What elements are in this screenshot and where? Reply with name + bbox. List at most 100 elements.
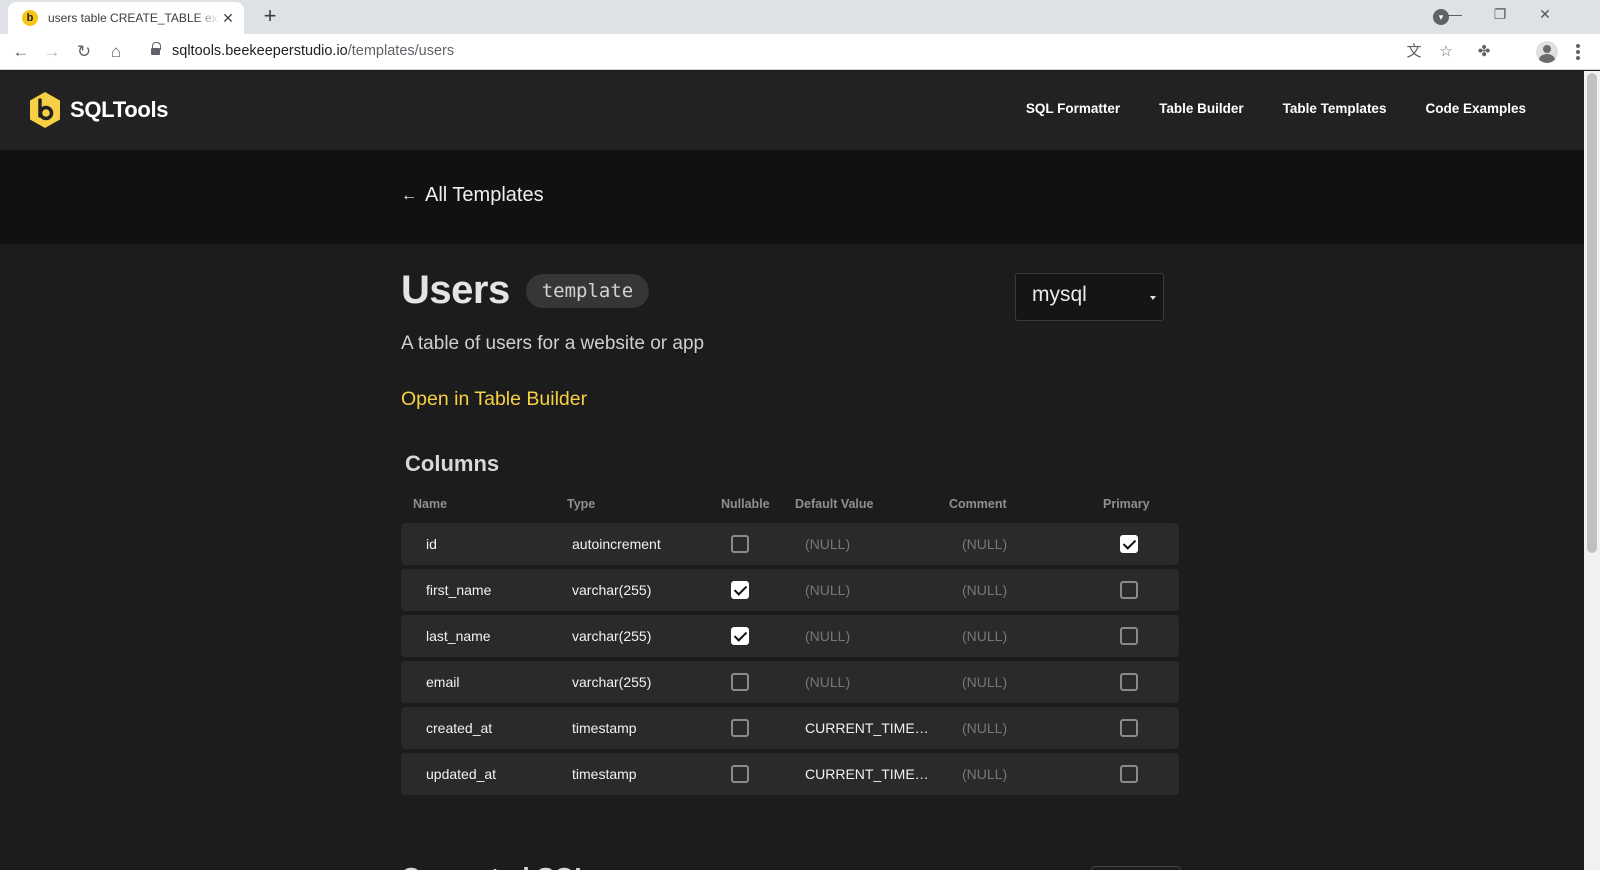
page-scrollbar[interactable] [1584,71,1600,870]
arrow-left-icon: ← [401,186,417,204]
nullable-checkbox[interactable] [731,765,749,783]
bookmark-star-icon[interactable]: ☆ [1434,40,1458,64]
page: SQLTools SQL Formatter Table Builder Tab… [0,71,1584,870]
column-default-value: (NULL) [805,628,851,644]
lock-icon[interactable] [151,42,161,57]
header-primary: Primary [1103,497,1150,511]
dialect-value: mysql [1032,283,1087,306]
nullable-checkbox[interactable] [731,719,749,737]
column-type: varchar(255) [572,674,652,690]
columns-table: Name Type Nullable Default Value Comment… [401,491,1179,799]
columns-heading: Columns [405,451,500,476]
minimize-icon[interactable]: — [1445,6,1465,22]
beekeeper-logo-icon [30,92,60,128]
caret-down-icon [1150,296,1156,300]
back-arrow-icon[interactable]: ← [9,40,33,64]
column-name: email [426,674,460,690]
nullable-checkbox[interactable] [731,627,749,645]
nav-link-table-builder[interactable]: Table Builder [1159,101,1244,116]
table-body: id autoincrement (NULL) (NULL) first_name var… [401,523,1179,795]
column-type: varchar(255) [572,628,652,644]
table-row: email varchar(255) (NULL) (NULL) [401,661,1179,703]
template-heading: Users template [401,268,650,313]
column-comment: (NULL) [962,766,1008,782]
generated-sql-heading: Generated SQL [401,862,590,870]
open-in-table-builder-link[interactable]: Open in Table Builder [401,388,587,411]
column-type: varchar(255) [572,582,652,598]
browser-toolbar: ← → ↻ ⌂ sqltools.beekeeperstudio.io/temp… [0,34,1600,70]
primary-checkbox[interactable] [1120,673,1138,691]
tab-close-icon[interactable]: ✕ [220,10,236,27]
column-default-value: (NULL) [805,674,851,690]
nullable-checkbox[interactable] [731,535,749,553]
column-type: autoincrement [572,536,661,552]
primary-checkbox[interactable] [1120,535,1138,553]
column-name: updated_at [426,766,497,782]
primary-checkbox[interactable] [1120,581,1138,599]
restore-icon[interactable]: ❐ [1490,6,1510,23]
table-row: first_name varchar(255) (NULL) (NULL) [401,569,1179,611]
all-templates-link[interactable]: ← All Templates [401,184,544,207]
site-header: SQLTools SQL Formatter Table Builder Tab… [0,71,1584,150]
copy-button[interactable] [1091,866,1181,870]
column-default-value: CURRENT_TIMESTAMP [805,720,935,736]
page-title: Users [401,268,510,312]
reload-icon[interactable]: ↻ [72,40,96,64]
primary-checkbox[interactable] [1120,765,1138,783]
scrollbar-thumb[interactable] [1587,73,1597,553]
column-default-value: CURRENT_TIMESTAMP [805,766,935,782]
header-nullable: Nullable [721,497,770,511]
browser-tabstrip: b users table CREATE_TABLE example ✕ + ▾… [0,0,1600,34]
header-type: Type [567,497,596,511]
column-default-value: (NULL) [805,536,851,552]
window-close-icon[interactable]: ✕ [1535,6,1555,23]
column-name: first_name [426,582,492,598]
url-host: sqltools.beekeeperstudio.io [172,43,348,59]
header-comment: Comment [949,497,1007,511]
tab-title: users table CREATE_TABLE example [48,11,220,25]
home-icon[interactable]: ⌂ [104,40,128,64]
primary-checkbox[interactable] [1120,719,1138,737]
table-row: id autoincrement (NULL) (NULL) [401,523,1179,565]
nav-link-code-examples[interactable]: Code Examples [1425,101,1526,116]
table-header: Name Type Nullable Default Value Comment… [401,491,1179,523]
extensions-puzzle-icon[interactable]: ✤ [1472,40,1496,64]
column-comment: (NULL) [962,674,1008,690]
column-name: last_name [426,628,491,644]
beekeeper-favicon-icon: b [22,10,38,26]
column-type: timestamp [572,720,637,736]
column-name: created_at [426,720,493,736]
column-comment: (NULL) [962,582,1008,598]
table-row: last_name varchar(255) (NULL) (NULL) [401,615,1179,657]
profile-avatar-icon[interactable] [1536,41,1558,63]
column-comment: (NULL) [962,628,1008,644]
url-path: /templates/users [347,43,455,59]
table-row: created_at timestamp CURRENT_TIMESTAMP (NUL… [401,707,1179,749]
hero-banner: ← All Templates [0,150,1584,244]
main-nav: SQL Formatter Table Builder Table Templa… [987,101,1526,116]
primary-checkbox[interactable] [1120,627,1138,645]
column-default-value: (NULL) [805,582,851,598]
template-description: A table of users for a website or app [401,333,705,354]
translate-icon[interactable]: 文 [1402,40,1426,64]
column-comment: (NULL) [962,536,1008,552]
nav-link-table-templates[interactable]: Table Templates [1283,101,1387,116]
header-default-value: Default Value [795,497,874,511]
browser-tab[interactable]: b users table CREATE_TABLE example ✕ [8,2,244,34]
nullable-checkbox[interactable] [731,673,749,691]
column-type: timestamp [572,766,637,782]
address-bar[interactable]: sqltools.beekeeperstudio.io/templates/us… [172,43,454,59]
all-templates-label: All Templates [425,184,544,206]
browser-menu-icon[interactable] [1574,40,1582,64]
table-row: updated_at timestamp CURRENT_TIMESTAMP (NUL… [401,753,1179,795]
template-badge: template [525,273,650,308]
nav-link-sql-formatter[interactable]: SQL Formatter [1026,101,1120,116]
site-logo[interactable]: SQLTools [28,91,169,129]
brand-name: SQLTools [70,97,169,122]
dialect-select[interactable]: mysql [1015,273,1164,321]
nullable-checkbox[interactable] [731,581,749,599]
column-comment: (NULL) [962,720,1008,736]
forward-arrow-icon[interactable]: → [40,40,64,64]
new-tab-icon[interactable]: + [258,4,282,28]
column-name: id [426,536,437,552]
